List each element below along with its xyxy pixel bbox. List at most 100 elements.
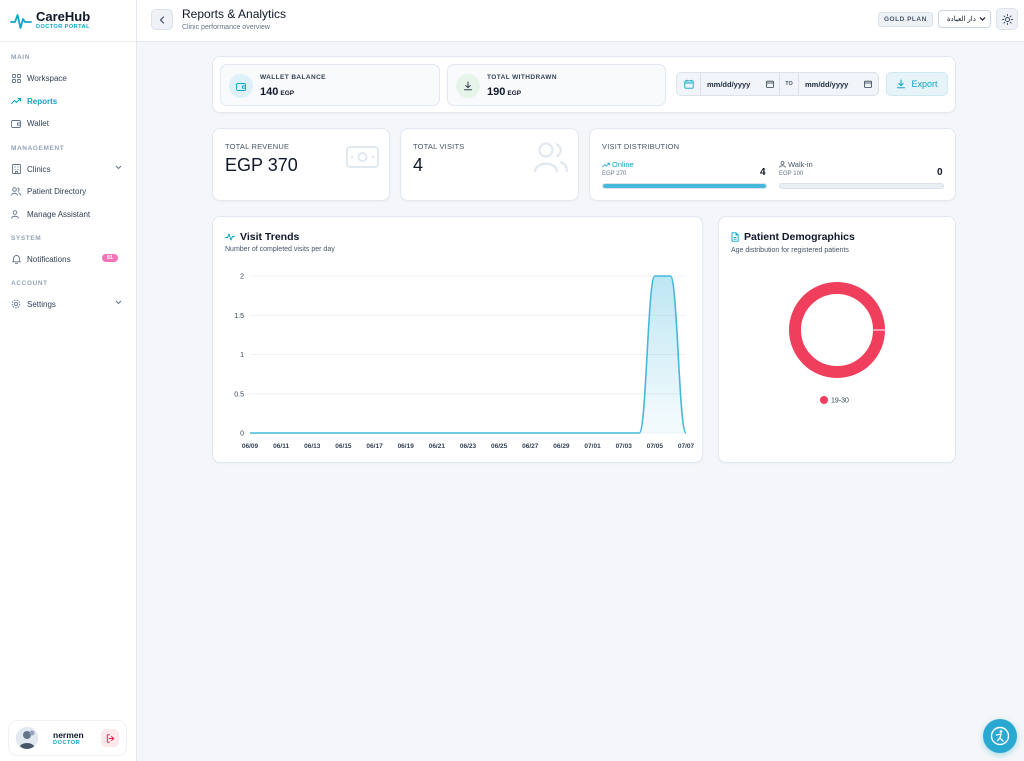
wallet-icon: [11, 118, 21, 128]
chevron-down-icon: [115, 300, 122, 305]
sidebar-item-workspace[interactable]: Workspace: [5, 68, 131, 88]
sidebar-item-clinics[interactable]: Clinics: [5, 159, 131, 179]
avatar: [16, 727, 38, 749]
page-title: Reports & Analytics: [182, 7, 287, 21]
x-tick-label: 06/11: [273, 443, 289, 450]
total-withdrawn-card: TOTAL WITHDRAWN 190 EGP: [447, 64, 666, 106]
user-role: DOCTOR: [53, 740, 81, 746]
users-icon: [533, 142, 569, 173]
theme-toggle-button[interactable]: [996, 8, 1018, 30]
trend-icon: [602, 162, 610, 167]
sidebar-item-label: Wallet: [27, 118, 49, 128]
wallet-toolbar: WALLET BALANCE 140 EGP TOTAL WITHDRAWN 19…: [212, 56, 956, 113]
language-value: دار العيادة: [947, 16, 976, 23]
legend-label: 19-30: [831, 398, 849, 405]
chevron-down-icon: [979, 17, 986, 21]
sidebar-item-label: Notifications: [27, 254, 71, 264]
user-cog-icon: [11, 209, 21, 219]
x-tick-label: 06/29: [553, 443, 570, 450]
walkin-label: Walk-in: [779, 160, 813, 169]
grid-icon: [11, 73, 21, 83]
online-progress-fill: [603, 184, 766, 188]
brand-subtitle: DOCTOR PORTAL: [36, 24, 90, 30]
building-icon: [11, 164, 21, 174]
sidebar-item-label: Reports: [27, 96, 58, 106]
online-count: 4: [760, 167, 766, 178]
x-tick-label: 07/03: [616, 443, 633, 450]
x-tick-label: 06/25: [491, 443, 508, 450]
accessibility-icon: [990, 726, 1010, 746]
user-card[interactable]: nermen DOCTOR: [9, 721, 126, 755]
logout-button[interactable]: [101, 729, 119, 747]
date-range-picker: mm/dd/yyyy TO mm/dd/yyyy: [676, 72, 879, 96]
x-tick-label: 06/27: [522, 443, 539, 450]
nav-section-management: MANAGEMENT: [11, 145, 65, 152]
logout-icon: [106, 733, 114, 743]
visit-distribution-card: VISIT DISTRIBUTION Online EGP 270 4 Walk…: [589, 128, 956, 201]
pulse-logo-icon: [10, 13, 32, 29]
sidebar-item-wallet[interactable]: Wallet: [5, 113, 131, 133]
age-distribution-donut: 19-30: [789, 282, 886, 405]
total-revenue-card: TOTAL REVENUE EGP 370: [212, 128, 390, 201]
online-label: Online: [602, 160, 634, 169]
visit-trends-card: Visit Trends Number of completed visits …: [212, 216, 703, 463]
assistant-fab-button[interactable]: [983, 719, 1017, 753]
x-tick-label: 06/19: [398, 443, 415, 450]
user-name: nermen: [53, 730, 84, 740]
total-revenue-value: EGP 370: [225, 155, 298, 175]
sidebar-item-label: Clinics: [27, 164, 51, 174]
sidebar-item-notifications[interactable]: Notifications 81: [5, 249, 131, 269]
sidebar-item-manage-assistant[interactable]: Manage Assistant: [5, 204, 131, 224]
page-subtitle: Clinic performance overview: [182, 24, 270, 31]
trend-icon: [11, 96, 21, 106]
wallet-balance-card: WALLET BALANCE 140 EGP: [220, 64, 440, 106]
visit-distribution-label: VISIT DISTRIBUTION: [602, 142, 680, 151]
x-tick-label: 06/09: [242, 443, 259, 450]
sidebar-item-patient-directory[interactable]: Patient Directory: [5, 181, 131, 201]
back-button[interactable]: [151, 9, 173, 30]
walkin-amount: EGP 100: [779, 171, 804, 177]
sidebar-item-settings[interactable]: Settings: [5, 294, 131, 314]
patient-demographics-card: Patient Demographics Age distribution fo…: [718, 216, 956, 463]
x-tick-label: 06/17: [366, 443, 383, 450]
total-withdrawn-value: 190 EGP: [487, 86, 522, 98]
total-revenue-label: TOTAL REVENUE: [225, 142, 290, 151]
legend-swatch: [820, 396, 828, 404]
export-button[interactable]: Export: [886, 72, 948, 96]
language-select[interactable]: دار العيادة: [938, 10, 991, 28]
calendar-small-icon[interactable]: [864, 80, 872, 88]
nav-section-system: SYSTEM: [11, 235, 42, 242]
date-from-input[interactable]: mm/dd/yyyy: [701, 73, 779, 95]
sidebar-item-label: Patient Directory: [27, 186, 87, 196]
brand-name: CareHub: [36, 9, 91, 24]
nav-section-account: ACCOUNT: [11, 280, 48, 287]
date-to-input[interactable]: mm/dd/yyyy: [799, 73, 877, 95]
x-tick-label: 07/01: [584, 443, 601, 450]
brand[interactable]: CareHub DOCTOR PORTAL: [0, 0, 136, 42]
date-to-label: TO: [779, 73, 799, 95]
header: Reports & Analytics Clinic performance o…: [137, 0, 1024, 42]
user-icon: [779, 161, 786, 168]
chevron-down-icon: [115, 165, 122, 170]
notification-count-badge: 81: [101, 254, 118, 262]
total-visits-label: TOTAL VISITS: [413, 142, 465, 151]
total-visits-card: TOTAL VISITS 4: [400, 128, 579, 201]
wallet-icon: [229, 74, 253, 98]
y-tick-label: 1.5: [234, 313, 244, 320]
calendar-small-icon[interactable]: [766, 80, 774, 88]
y-tick-label: 0: [240, 431, 244, 438]
x-tick-label: 07/05: [647, 443, 664, 450]
chevron-left-icon: [159, 15, 165, 24]
walkin-progress-bar: [779, 183, 944, 189]
sidebar-item-label: Manage Assistant: [27, 209, 91, 219]
wallet-balance-value: 140 EGP: [260, 86, 295, 98]
y-tick-label: 1: [240, 352, 244, 359]
gear-icon: [11, 299, 21, 309]
online-progress-bar: [602, 183, 767, 189]
x-tick-label: 06/13: [304, 443, 321, 450]
sidebar-item-reports[interactable]: Reports: [5, 91, 131, 111]
y-tick-label: 0.5: [234, 391, 244, 398]
banknote-icon: [346, 146, 379, 168]
x-tick-label: 06/15: [335, 443, 352, 450]
sun-icon: [1001, 13, 1013, 25]
